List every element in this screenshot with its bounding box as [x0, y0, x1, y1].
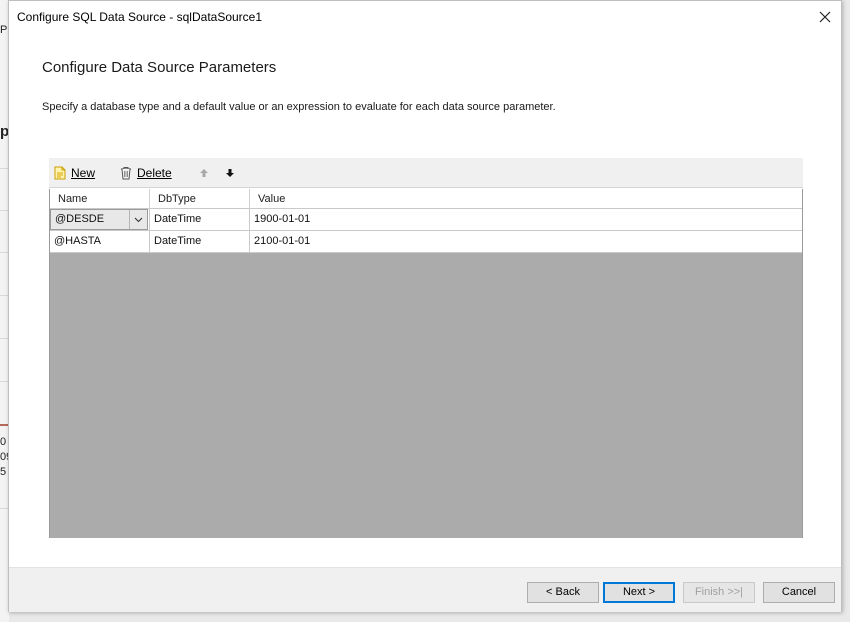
parameter-name-dropdown[interactable]: @DESDE — [50, 209, 148, 230]
move-up-button[interactable] — [199, 164, 209, 182]
cancel-button[interactable]: Cancel — [763, 582, 835, 603]
parameters-toolbar: New Delete — [49, 158, 803, 188]
new-document-icon — [54, 166, 66, 180]
name-cell: @DESDE — [50, 209, 150, 230]
finish-button[interactable]: Finish >>| — [683, 582, 755, 603]
move-down-button[interactable] — [225, 164, 235, 182]
background-fragment: 0 — [0, 436, 7, 448]
grid-header: Name DbType Value — [50, 189, 802, 209]
close-button[interactable] — [809, 1, 841, 32]
dbtype-cell[interactable]: DateTime — [150, 209, 250, 230]
trash-icon — [121, 167, 131, 180]
background-fragment: 5 — [0, 466, 7, 478]
name-cell[interactable]: @HASTA — [50, 231, 150, 252]
dbtype-cell[interactable]: DateTime — [150, 231, 250, 252]
title-bar[interactable]: Configure SQL Data Source - sqlDataSourc… — [9, 1, 841, 32]
value-cell[interactable]: 1900-01-01 — [250, 209, 802, 230]
chevron-down-icon[interactable] — [129, 210, 147, 229]
new-button-label: New — [71, 166, 96, 180]
column-header-value[interactable]: Value — [250, 189, 802, 209]
dialog-title: Configure SQL Data Source - sqlDataSourc… — [17, 10, 263, 24]
page-description: Specify a database type and a default va… — [42, 101, 556, 113]
close-icon — [819, 11, 831, 22]
dialog-footer: < Back Next > Finish >>| Cancel — [9, 567, 841, 612]
back-button[interactable]: < Back — [527, 582, 599, 603]
delete-button-label: Delete — [137, 166, 172, 180]
column-header-name[interactable]: Name — [50, 189, 150, 209]
table-row[interactable]: @HASTA DateTime 2100-01-01 — [50, 231, 802, 253]
next-button[interactable]: Next > — [603, 582, 675, 603]
configure-sql-data-source-dialog: Configure SQL Data Source - sqlDataSourc… — [8, 0, 842, 612]
parameters-grid: Name DbType Value @DESDE DateTime 1900-0… — [49, 189, 803, 538]
delete-button[interactable]: Delete — [120, 164, 172, 182]
new-button[interactable]: New — [53, 164, 95, 182]
column-header-dbtype[interactable]: DbType — [150, 189, 250, 209]
parameter-name-value: @DESDE — [55, 213, 105, 225]
arrow-down-icon — [226, 169, 234, 177]
table-row[interactable]: @DESDE DateTime 1900-01-01 — [50, 209, 802, 231]
value-cell[interactable]: 2100-01-01 — [250, 231, 802, 252]
arrow-up-icon — [200, 169, 208, 177]
page-heading: Configure Data Source Parameters — [42, 59, 277, 76]
